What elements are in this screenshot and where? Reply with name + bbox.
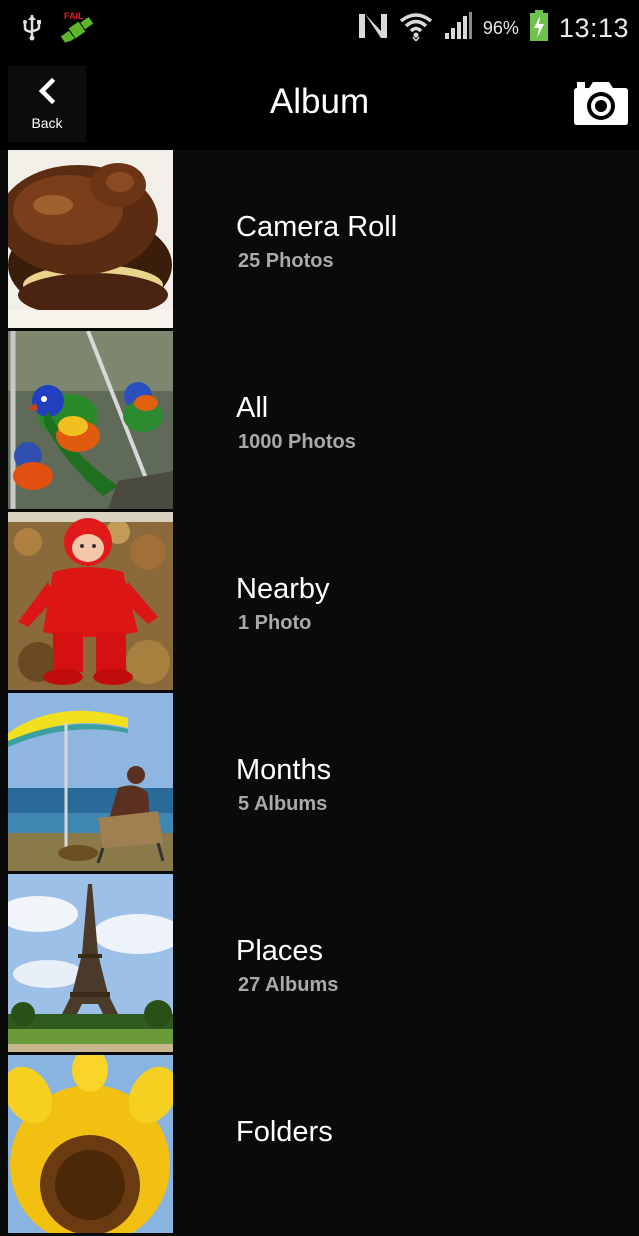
album-thumbnail (8, 331, 173, 509)
album-text: Camera Roll 25 Photos (236, 210, 397, 273)
album-item-places[interactable]: Places 27 Albums (8, 874, 639, 1055)
nfc-icon (357, 11, 389, 46)
album-count: 1000 Photos (238, 431, 356, 453)
album-thumbnail (8, 1055, 173, 1233)
album-item-months[interactable]: Months 5 Albums (8, 693, 639, 874)
status-bar-right: 96% 13:13 (357, 8, 629, 48)
album-count: 27 Albums (238, 974, 339, 996)
status-bar: FAIL 96% 13:13 (0, 0, 639, 58)
album-item-folders[interactable]: Folders (8, 1055, 639, 1236)
album-thumbnail (8, 512, 173, 690)
camera-icon (573, 80, 629, 131)
wifi-icon (399, 11, 433, 46)
signal-icon (443, 11, 473, 46)
album-text: All 1000 Photos (236, 391, 356, 454)
album-text: Folders (236, 1115, 333, 1155)
status-bar-left: FAIL (22, 10, 96, 48)
camera-button[interactable] (573, 80, 629, 126)
svg-text:FAIL: FAIL (64, 11, 84, 21)
album-list: Camera Roll 25 Photos All 1000 Photos Ne… (8, 150, 639, 1236)
battery-percentage: 96% (482, 17, 519, 38)
header-bar: Back Album (0, 58, 639, 150)
album-thumbnail (8, 874, 173, 1052)
album-count: 25 Photos (238, 250, 334, 272)
album-name: Nearby (236, 573, 330, 605)
album-count: 1 Photo (238, 612, 312, 634)
battery-charging-icon (529, 9, 549, 47)
album-item-all[interactable]: All 1000 Photos (8, 331, 639, 512)
album-text: Places 27 Albums (236, 934, 338, 997)
status-time: 13:13 (558, 12, 629, 43)
album-name: All (236, 392, 269, 424)
album-text: Nearby 1 Photo (236, 572, 330, 635)
usb-icon (22, 13, 42, 46)
album-name: Camera Roll (236, 211, 398, 243)
album-text: Months 5 Albums (236, 753, 331, 816)
album-name: Places (236, 935, 324, 967)
album-thumbnail (8, 693, 173, 871)
album-name: Months (236, 754, 332, 786)
album-item-nearby[interactable]: Nearby 1 Photo (8, 512, 639, 693)
album-count: 5 Albums (238, 793, 328, 815)
album-item-camera-roll[interactable]: Camera Roll 25 Photos (8, 150, 639, 331)
page-title: Album (269, 82, 370, 121)
album-thumbnail (8, 150, 173, 328)
gps-icon: FAIL (58, 10, 96, 49)
